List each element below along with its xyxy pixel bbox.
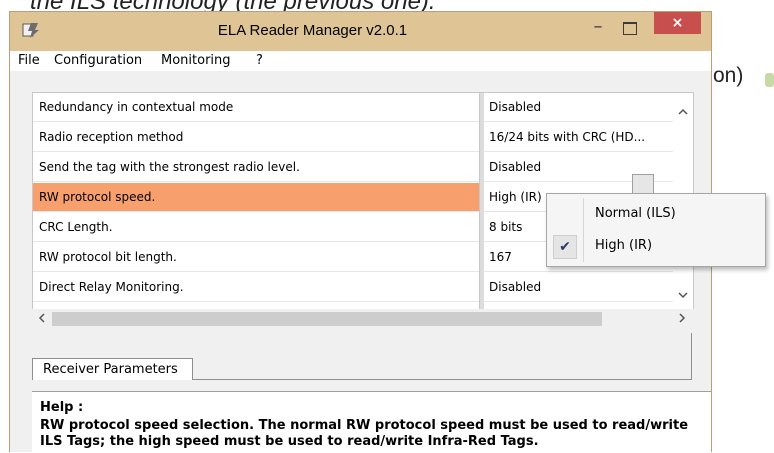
menu-help[interactable]: ? [256, 53, 263, 68]
property-name: Send the tag with the strongest radio le… [33, 153, 479, 182]
speed-dropdown-menu: Normal (ILS) ✔ High (IR) [546, 193, 766, 267]
help-title: Help : [40, 400, 84, 415]
property-name: CRC Length. [33, 213, 479, 242]
dropdown-button[interactable] [632, 174, 654, 194]
menu-file[interactable]: File [18, 53, 40, 68]
scroll-left-icon[interactable] [36, 311, 48, 325]
menu-bar: File Configuration Monitoring ? [10, 51, 711, 71]
help-text: RW protocol speed selection. The normal … [40, 418, 689, 449]
property-value[interactable]: 16/24 bits with CRC (HD... [483, 123, 673, 152]
horizontal-scrollbar[interactable] [32, 309, 694, 329]
grid-row[interactable]: Send the tag with the strongest radio le… [33, 153, 673, 183]
property-value[interactable]: Disabled [483, 93, 673, 122]
window-title: ELA Reader Manager v2.0.1 [217, 22, 408, 39]
maximize-button[interactable] [623, 22, 637, 35]
option-label: Normal (ILS) [595, 206, 676, 221]
background-marker [765, 73, 774, 87]
property-name: Radio reception method [33, 123, 479, 152]
grid-row[interactable]: Redundancy in contextual mode Disabled [33, 93, 673, 123]
scroll-up-icon[interactable] [677, 106, 689, 118]
scroll-right-icon[interactable] [676, 311, 688, 325]
tab-receiver-parameters[interactable]: Receiver Parameters [32, 358, 193, 380]
menu-configuration[interactable]: Configuration [54, 53, 142, 68]
property-name: RW protocol bit length. [33, 243, 479, 272]
tab-baseline [193, 379, 692, 380]
title-bar[interactable]: ELA Reader Manager v2.0.1 – × [10, 12, 711, 51]
checkmark-icon: ✔ [553, 235, 577, 259]
property-name: RW protocol speed. [33, 183, 479, 212]
option-normal-ils[interactable]: Normal (ILS) [547, 199, 765, 229]
option-label: High (IR) [595, 238, 653, 253]
menu-monitoring[interactable]: Monitoring [161, 53, 231, 68]
scroll-down-icon[interactable] [677, 289, 689, 301]
tab-frame-border [691, 333, 692, 379]
horizontal-scroll-thumb[interactable] [52, 312, 602, 326]
grid-row[interactable]: Radio reception method 16/24 bits with C… [33, 123, 673, 153]
background-document-text-right: on) [713, 64, 744, 87]
property-name: Redundancy in contextual mode [33, 93, 479, 122]
minimize-button[interactable]: – [587, 16, 609, 40]
property-value[interactable]: Disabled [483, 273, 673, 302]
grid-row[interactable]: Direct Relay Monitoring. Disabled [33, 273, 673, 303]
option-high-ir[interactable]: ✔ High (IR) [547, 231, 765, 261]
close-button[interactable]: × [654, 12, 701, 34]
property-name: Direct Relay Monitoring. [33, 273, 479, 302]
